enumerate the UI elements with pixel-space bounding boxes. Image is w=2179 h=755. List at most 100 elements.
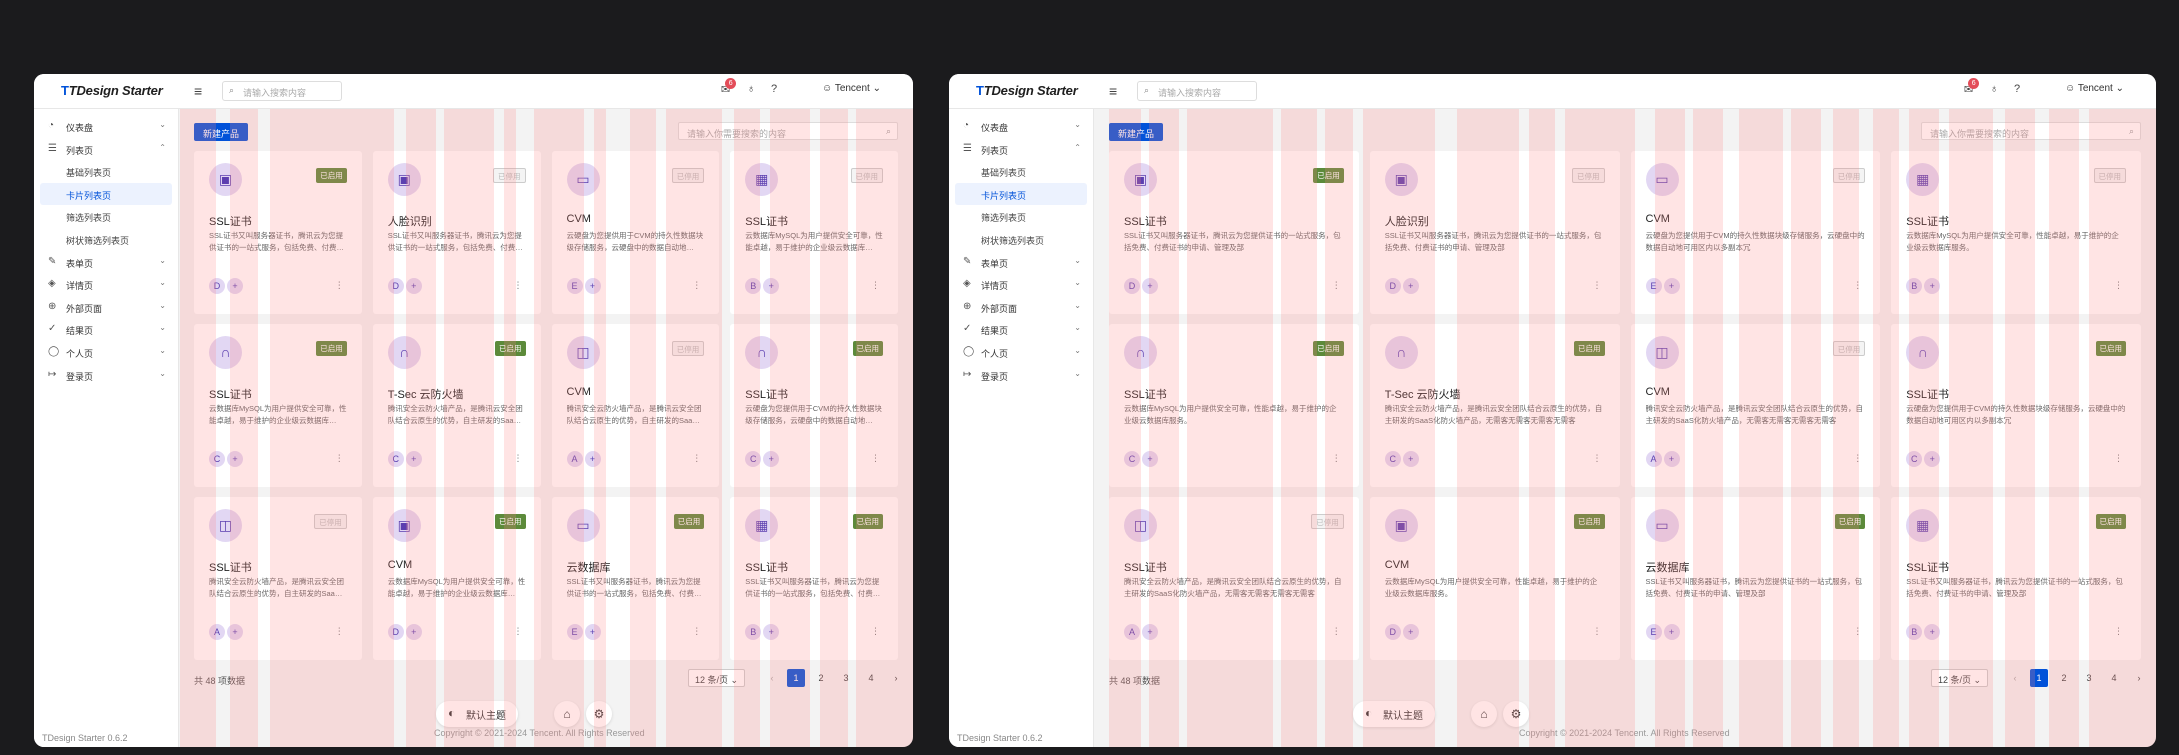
add-member-icon[interactable]: + [1402, 624, 1419, 640]
more-icon[interactable]: ⋮ [2114, 626, 2123, 637]
product-card[interactable]: ▣ 已启用 SSL证书 SSL证书又叫服务器证书，腾讯云为您提供证书的一站式服务，包括… [1109, 151, 1359, 314]
add-member-icon[interactable]: + [584, 451, 601, 467]
add-member-icon[interactable]: + [763, 278, 780, 294]
menu-toggle-icon[interactable]: ≡ [1109, 83, 1117, 99]
more-icon[interactable]: ⋮ [514, 626, 523, 637]
add-member-icon[interactable]: + [1924, 624, 1941, 640]
theme-switch-button[interactable]: ◐ 默认主题 [1353, 701, 1435, 727]
add-member-icon[interactable]: + [1924, 451, 1941, 467]
more-icon[interactable]: ⋮ [692, 626, 701, 637]
sidebar-item-5[interactable]: ✓ 结果页 ⌄ [949, 318, 1093, 341]
page-button[interactable]: 1 [787, 669, 805, 687]
add-member-icon[interactable]: + [1142, 451, 1158, 467]
more-icon[interactable]: ⋮ [335, 626, 344, 637]
add-member-icon[interactable]: + [405, 278, 422, 294]
sidebar-item-5[interactable]: ✓ 结果页 ⌄ [34, 318, 178, 341]
sidebar-item-1[interactable]: ☰ 列表页 ⌃ [34, 138, 178, 161]
sidebar-item-2[interactable]: ✎ 表单页 ⌄ [34, 251, 178, 274]
sidebar-item-2[interactable]: ✎ 表单页 ⌄ [949, 251, 1093, 274]
prev-page-button[interactable]: ‹ [763, 669, 781, 687]
page-button[interactable]: 4 [862, 669, 880, 687]
more-icon[interactable]: ⋮ [514, 280, 523, 291]
product-card[interactable]: ∩ 已启用 SSL证书 云硬盘为您提供用于CVM的持久性数据块级存储服务，云硬盘中的数… [1891, 324, 2141, 487]
product-card[interactable]: ◫ 已停用 CVM 腾讯安全云防火墙产品，是腾讯云安全团队结合云原生的优势，自主研发的… [1630, 324, 1881, 487]
app-logo[interactable]: TTDesign Starter [61, 83, 163, 98]
add-member-icon[interactable]: + [1142, 278, 1158, 294]
more-icon[interactable]: ⋮ [2114, 280, 2123, 291]
global-search-input[interactable]: ⌕ 请输入搜索内容 [1137, 81, 1257, 101]
sidebar-item-6[interactable]: ◯ 个人页 ⌄ [949, 341, 1093, 364]
product-card[interactable]: ▣ 已启用 CVM 云数据库MySQL为用户提供安全可靠，性能卓越，易于维护的企业级云… [372, 497, 541, 660]
more-icon[interactable]: ⋮ [2114, 453, 2123, 464]
more-icon[interactable]: ⋮ [1593, 626, 1602, 637]
sidebar-item-6[interactable]: ◯ 个人页 ⌄ [34, 341, 178, 364]
product-card[interactable]: ▦ 已启用 SSL证书 SSL证书又叫服务器证书，腾讯云为您提供证书的一站式服务，包括… [730, 497, 898, 660]
product-card[interactable]: ▭ 已停用 CVM 云硬盘为您提供用于CVM的持久性数据块级存储服务，云硬盘中的数据自… [551, 151, 720, 314]
sidebar-subitem-0[interactable]: 基础列表页 [949, 160, 1093, 183]
add-member-icon[interactable]: + [1402, 451, 1419, 467]
more-icon[interactable]: ⋮ [1593, 280, 1602, 291]
product-card[interactable]: ▣ 已启用 SSL证书 SSL证书又叫服务器证书，腾讯云为您提供证书的一站式服务，包括… [194, 151, 362, 314]
more-icon[interactable]: ⋮ [335, 280, 344, 291]
product-card[interactable]: ▣ 已停用 人脸识别 SSL证书又叫服务器证书，腾讯云为您提供证书的一站式服务，包括免… [372, 151, 541, 314]
more-icon[interactable]: ⋮ [1332, 453, 1341, 464]
sidebar-item-3[interactable]: ◈ 详情页 ⌄ [949, 273, 1093, 296]
card-search-input[interactable]: 请输入你需要搜索的内容 ⌕ [678, 122, 898, 140]
page-button[interactable]: 2 [812, 669, 830, 687]
add-member-icon[interactable]: + [1663, 278, 1680, 294]
page-size-select[interactable]: 12 条/页 ⌄ [1931, 669, 1989, 687]
add-member-icon[interactable]: + [405, 624, 422, 640]
more-icon[interactable]: ⋮ [335, 453, 344, 464]
help-icon[interactable]: ? [771, 83, 777, 95]
product-card[interactable]: ▦ 已停用 SSL证书 云数据库MySQL为用户提供安全可靠，性能卓越，易于维护的企业… [730, 151, 898, 314]
product-card[interactable]: ∩ 已启用 SSL证书 云数据库MySQL为用户提供安全可靠，性能卓越，易于维护的企业… [1109, 324, 1359, 487]
add-member-icon[interactable]: + [1142, 624, 1158, 640]
next-page-button[interactable]: › [887, 669, 905, 687]
page-size-select[interactable]: 12 条/页 ⌄ [688, 669, 746, 687]
theme-switch-button[interactable]: ◐ 默认主题 [436, 701, 518, 727]
more-icon[interactable]: ⋮ [1593, 453, 1602, 464]
add-member-icon[interactable]: + [1663, 451, 1680, 467]
page-button[interactable]: 2 [2055, 669, 2073, 687]
help-icon[interactable]: ? [2014, 83, 2020, 95]
sidebar-subitem-3[interactable]: 树状筛选列表页 [949, 228, 1093, 251]
add-member-icon[interactable]: + [405, 451, 422, 467]
product-card[interactable]: ∩ 已启用 SSL证书 云硬盘为您提供用于CVM的持久性数据块级存储服务，云硬盘中的数… [730, 324, 898, 487]
add-member-icon[interactable]: + [1924, 278, 1941, 294]
github-icon[interactable]: ♁ [1990, 83, 1998, 95]
new-product-button[interactable]: 新建产品 [1109, 123, 1164, 141]
sidebar-subitem-2[interactable]: 筛选列表页 [34, 205, 178, 228]
more-icon[interactable]: ⋮ [692, 453, 701, 464]
more-icon[interactable]: ⋮ [1853, 626, 1862, 637]
page-button[interactable]: 1 [2030, 669, 2048, 687]
add-member-icon[interactable]: + [227, 624, 243, 640]
product-card[interactable]: ▭ 已停用 CVM 云硬盘为您提供用于CVM的持久性数据块级存储服务，云硬盘中的数据自… [1630, 151, 1881, 314]
settings-icon[interactable]: ⚙ [586, 701, 612, 727]
sidebar-item-4[interactable]: ⊕ 外部页面 ⌄ [34, 296, 178, 319]
prev-page-button[interactable]: ‹ [2006, 669, 2024, 687]
add-member-icon[interactable]: + [763, 624, 780, 640]
settings-icon[interactable]: ⚙ [1503, 701, 1529, 727]
sidebar-item-7[interactable]: ↦ 登录页 ⌄ [949, 364, 1093, 387]
add-member-icon[interactable]: + [227, 278, 243, 294]
more-icon[interactable]: ⋮ [871, 453, 880, 464]
app-logo[interactable]: TTDesign Starter [976, 83, 1078, 98]
more-icon[interactable]: ⋮ [692, 280, 701, 291]
more-icon[interactable]: ⋮ [871, 626, 880, 637]
add-member-icon[interactable]: + [1663, 624, 1680, 640]
sidebar-subitem-2[interactable]: 筛选列表页 [949, 205, 1093, 228]
product-card[interactable]: ▣ 已启用 CVM 云数据库MySQL为用户提供安全可靠，性能卓越，易于维护的企业级云… [1369, 497, 1620, 660]
product-card[interactable]: ▣ 已停用 人脸识别 SSL证书又叫服务器证书，腾讯云为您提供证书的一站式服务，包括免… [1369, 151, 1620, 314]
more-icon[interactable]: ⋮ [1853, 453, 1862, 464]
more-icon[interactable]: ⋮ [871, 280, 880, 291]
more-icon[interactable]: ⋮ [1853, 280, 1862, 291]
sidebar-item-0[interactable]: ◔ 仪表盘 ⌄ [949, 115, 1093, 138]
github-icon[interactable]: ♁ [747, 83, 755, 95]
sidebar-subitem-3[interactable]: 树状筛选列表页 [34, 228, 178, 251]
page-button[interactable]: 3 [837, 669, 855, 687]
add-member-icon[interactable]: + [584, 278, 601, 294]
product-card[interactable]: ▭ 已启用 云数据库 SSL证书又叫服务器证书，腾讯云为您提供证书的一站式服务，包括免… [551, 497, 720, 660]
gift-icon[interactable]: ⌂ [554, 701, 580, 727]
sidebar-subitem-0[interactable]: 基础列表页 [34, 160, 178, 183]
add-member-icon[interactable]: + [227, 451, 243, 467]
